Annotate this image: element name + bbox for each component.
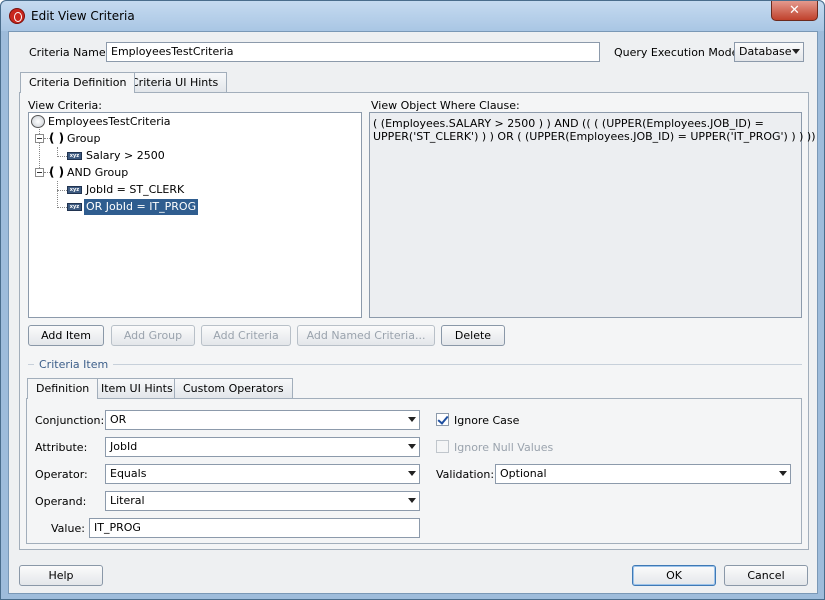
attribute-label: Attribute:	[35, 441, 88, 454]
query-execution-mode-label: Query Execution Mode:	[614, 46, 743, 59]
tree-item-label: Group	[67, 132, 101, 145]
conjunction-value: OR	[110, 413, 127, 426]
oracle-logo-icon	[9, 8, 25, 24]
criteria-item-icon: xyz	[67, 152, 82, 160]
add-item-button[interactable]: Add Item	[28, 325, 104, 346]
add-group-button[interactable]: Add Group	[111, 325, 195, 346]
operand-select[interactable]: Literal	[105, 491, 420, 511]
criteria-definition-panel: View Criteria: EmployeesTestCriteria ( )…	[19, 92, 816, 550]
criteria-item-icon: xyz	[67, 186, 82, 194]
dialog-window: Edit View Criteria ✕ Criteria Name: Empl…	[0, 0, 825, 600]
ignore-case-label: Ignore Case	[454, 414, 520, 427]
validation-value: Optional	[500, 467, 547, 480]
chevron-down-icon	[779, 471, 787, 476]
tree-item-label: JobId = ST_CLERK	[86, 183, 185, 196]
conjunction-select[interactable]: OR	[105, 410, 420, 430]
value-label: Value:	[51, 522, 85, 535]
chevron-down-icon	[408, 417, 416, 422]
chevron-down-icon	[792, 49, 800, 54]
tree-connector	[57, 207, 67, 208]
criteria-name-input[interactable]: EmployeesTestCriteria	[106, 42, 600, 62]
value-input[interactable]: IT_PROG	[89, 518, 420, 538]
view-criteria-tree[interactable]: EmployeesTestCriteria ( ) Group xyz Sala…	[28, 112, 362, 318]
where-clause-line: ( (Employees.SALARY > 2500 ) ) AND (( ( …	[373, 117, 764, 130]
add-named-criteria-button[interactable]: Add Named Criteria...	[297, 325, 435, 346]
ok-button[interactable]: OK	[632, 565, 716, 586]
conjunction-label: Conjunction:	[35, 414, 105, 427]
chevron-down-icon	[408, 498, 416, 503]
where-clause-label: View Object Where Clause:	[371, 99, 520, 112]
criteria-name-label: Criteria Name:	[29, 46, 110, 59]
expander-icon[interactable]	[35, 168, 44, 177]
ignore-null-values-checkbox[interactable]	[436, 440, 449, 453]
query-execution-mode-value: Database	[739, 45, 792, 58]
query-execution-mode-select[interactable]: Database	[734, 42, 804, 62]
operand-label: Operand:	[35, 495, 87, 508]
where-clause-text: ( (Employees.SALARY > 2500 ) ) AND (( ( …	[369, 112, 816, 318]
tab-criteria-definition[interactable]: Criteria Definition	[20, 72, 136, 93]
tree-root-label: EmployeesTestCriteria	[48, 115, 171, 128]
group-icon: ( )	[49, 131, 65, 145]
ignore-case-checkbox[interactable]	[436, 413, 449, 426]
attribute-select[interactable]: JobId	[105, 437, 420, 457]
title-bar: Edit View Criteria ✕	[1, 1, 824, 31]
operator-select[interactable]: Equals	[105, 464, 420, 484]
window-title: Edit View Criteria	[31, 9, 135, 23]
operator-value: Equals	[110, 467, 147, 480]
cancel-button[interactable]: Cancel	[724, 565, 808, 586]
delete-button[interactable]: Delete	[441, 325, 505, 346]
operand-value: Literal	[110, 494, 145, 507]
tree-item-label-selected: OR JobId = IT_PROG	[84, 199, 199, 215]
chevron-down-icon	[408, 471, 416, 476]
tree-connector	[57, 181, 58, 208]
tab-criteria-ui-hints[interactable]: Criteria UI Hints	[122, 72, 228, 92]
definition-panel: Conjunction: OR Attribute: JobId Operato…	[26, 398, 802, 544]
add-criteria-button[interactable]: Add Criteria	[201, 325, 291, 346]
criteria-item-section-title: Criteria Item	[34, 358, 114, 371]
dialog-client: Criteria Name: EmployeesTestCriteria Que…	[8, 31, 818, 594]
divider	[28, 364, 802, 365]
validation-label: Validation:	[436, 468, 495, 481]
tab-definition[interactable]: Definition	[27, 378, 99, 399]
attribute-value: JobId	[110, 440, 138, 453]
operator-label: Operator:	[35, 468, 88, 481]
view-criteria-label: View Criteria:	[28, 99, 102, 112]
tree-connector	[57, 156, 67, 157]
tab-custom-operators[interactable]: Custom Operators	[174, 378, 293, 398]
criteria-item-icon: xyz	[67, 203, 82, 211]
validation-select[interactable]: Optional	[495, 464, 791, 484]
close-button[interactable]: ✕	[771, 1, 818, 21]
tree-item-label: AND Group	[67, 166, 129, 179]
criteria-root-icon	[31, 115, 45, 128]
group-icon: ( )	[49, 165, 65, 179]
where-clause-line: UPPER('ST_CLERK') ) ) OR ( (UPPER(Employ…	[373, 130, 816, 143]
help-button[interactable]: Help	[19, 565, 103, 586]
tree-connector	[57, 190, 67, 191]
expander-icon[interactable]	[35, 134, 44, 143]
tree-item-label: Salary > 2500	[86, 149, 165, 162]
tab-item-ui-hints[interactable]: Item UI Hints	[92, 378, 182, 398]
chevron-down-icon	[408, 444, 416, 449]
ignore-null-values-label: Ignore Null Values	[454, 441, 554, 454]
